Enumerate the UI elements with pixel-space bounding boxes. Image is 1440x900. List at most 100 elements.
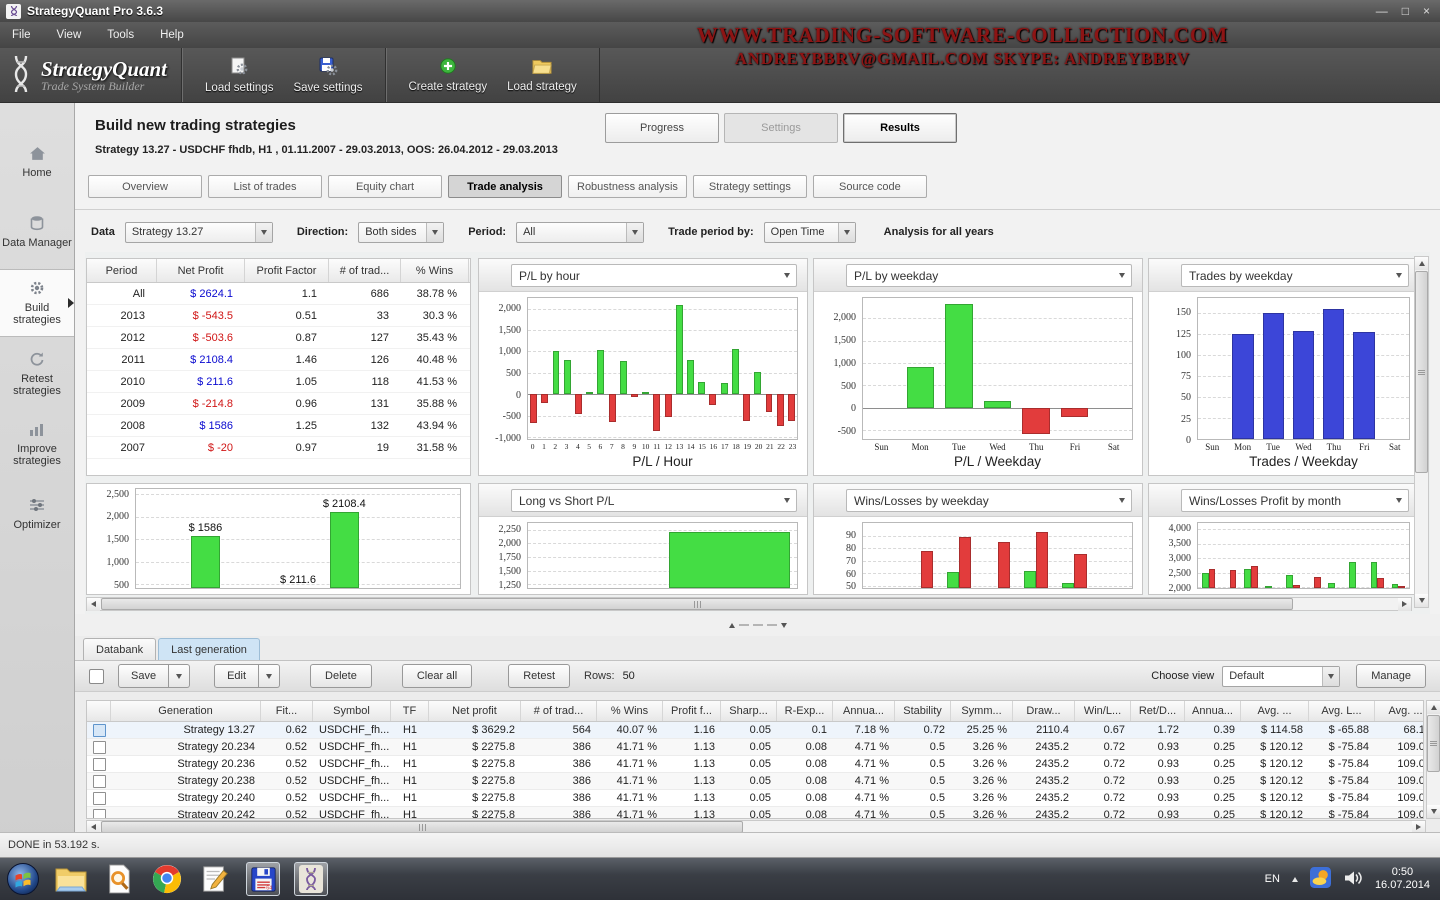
create-strategy-button[interactable]: Create strategy — [399, 48, 498, 102]
tab-equity-chart[interactable]: Equity chart — [328, 175, 442, 198]
clear-all-button[interactable]: Clear all — [402, 664, 472, 688]
chart-type-select[interactable]: Trades by weekday — [1181, 264, 1409, 287]
column-header[interactable]: Symbol — [313, 701, 391, 721]
chart-type-select[interactable]: P/L by weekday — [846, 264, 1132, 287]
column-header[interactable]: Profit Factor — [245, 259, 329, 282]
volume-icon[interactable] — [1343, 870, 1363, 889]
tab-strategy-settings[interactable]: Strategy settings — [693, 175, 807, 198]
tab-trade-analysis[interactable]: Trade analysis — [448, 175, 562, 198]
menu-tools[interactable]: Tools — [107, 29, 134, 41]
table-row[interactable]: 2012$ -503.60.8712735.43 % — [87, 327, 470, 349]
weather-icon[interactable] — [1310, 867, 1331, 891]
clock[interactable]: 0:50 16.07.2014 — [1375, 866, 1430, 892]
column-header[interactable]: Fit... — [261, 701, 313, 721]
column-header[interactable]: Sharp... — [721, 701, 777, 721]
chart-type-select[interactable]: Long vs Short P/L — [511, 489, 797, 512]
sidebar-item-home[interactable]: Home — [0, 129, 74, 195]
row-checkbox[interactable] — [93, 724, 106, 737]
column-header[interactable]: # of trad... — [329, 259, 401, 282]
menu-view[interactable]: View — [57, 29, 82, 41]
table-row[interactable]: 2009$ -214.80.9613135.88 % — [87, 393, 470, 415]
maximize-button[interactable]: □ — [1402, 5, 1409, 17]
scrollbar-thumb[interactable] — [101, 598, 1293, 610]
scroll-right-icon[interactable] — [1398, 598, 1411, 611]
scroll-up-icon[interactable] — [1427, 701, 1440, 714]
search-icon[interactable] — [102, 862, 136, 896]
column-header[interactable]: Ret/D... — [1131, 701, 1185, 721]
tab-source-code[interactable]: Source code — [813, 175, 927, 198]
table-row[interactable]: Strategy 20.2360.52USDCHF_fh...H1$ 2275.… — [87, 756, 1423, 773]
column-header[interactable]: Symm... — [951, 701, 1013, 721]
floppy-icon[interactable]: 64 — [246, 862, 280, 896]
scrollbar-thumb[interactable] — [1415, 271, 1428, 473]
column-header[interactable]: Annua... — [833, 701, 895, 721]
settings-button[interactable]: Settings — [724, 113, 838, 143]
column-header[interactable]: % Wins — [597, 701, 663, 721]
column-header[interactable]: TF — [391, 701, 429, 721]
chart-type-select[interactable]: Wins/Losses Profit by month — [1181, 489, 1409, 512]
delete-button[interactable]: Delete — [310, 664, 372, 688]
column-header[interactable]: Period — [87, 259, 157, 282]
chart-type-select[interactable]: Wins/Losses by weekday — [846, 489, 1132, 512]
tab-list-of-trades[interactable]: List of trades — [208, 175, 322, 198]
column-header[interactable]: Generation — [111, 701, 261, 721]
tab-robustness-analysis[interactable]: Robustness analysis — [568, 175, 687, 198]
row-checkbox[interactable] — [93, 775, 106, 788]
row-checkbox[interactable] — [93, 741, 106, 754]
column-header[interactable]: % Wins — [401, 259, 469, 282]
data-select[interactable]: Strategy 13.27 — [125, 222, 273, 243]
scrollbar-thumb[interactable] — [1427, 715, 1440, 772]
row-checkbox[interactable] — [93, 758, 106, 771]
progress-button[interactable]: Progress — [605, 113, 719, 143]
period-select[interactable]: All — [516, 222, 644, 243]
manage-button[interactable]: Manage — [1356, 664, 1426, 688]
table-row[interactable]: 2013$ -543.50.513330.3 % — [87, 305, 470, 327]
collapse-down-icon[interactable] — [781, 623, 787, 628]
notepad-icon[interactable] — [198, 862, 232, 896]
column-header[interactable]: Annua... — [1185, 701, 1241, 721]
sidebar-item-retest-strategies[interactable]: Retest strategies — [0, 341, 74, 407]
sidebar-item-data-manager[interactable]: Data Manager — [0, 199, 74, 265]
menu-help[interactable]: Help — [160, 29, 184, 41]
sidebar-item-improve-strategies[interactable]: Improve strategies — [0, 411, 74, 477]
start-button[interactable] — [6, 862, 40, 896]
table-row[interactable]: Strategy 20.2400.52USDCHF_fh...H1$ 2275.… — [87, 790, 1423, 807]
column-header[interactable]: Stability — [895, 701, 951, 721]
chart-type-select[interactable]: P/L by hour — [511, 264, 797, 287]
column-header[interactable]: Win/L... — [1075, 701, 1131, 721]
column-header[interactable]: Net Profit — [157, 259, 245, 282]
language-indicator[interactable]: EN — [1265, 873, 1280, 885]
table-row[interactable]: 2007$ -200.971931.58 % — [87, 437, 470, 459]
table-row[interactable]: Strategy 13.270.62USDCHF_fh...H1$ 3629.2… — [87, 722, 1423, 739]
table-row[interactable]: Strategy 20.2340.52USDCHF_fh...H1$ 2275.… — [87, 739, 1423, 756]
sidebar-item-build-strategies[interactable]: Build strategies — [0, 269, 74, 337]
close-button[interactable]: × — [1423, 5, 1430, 17]
column-header[interactable]: # of trad... — [521, 701, 597, 721]
collapse-up-icon[interactable] — [729, 623, 735, 628]
hidden-icons-icon[interactable] — [1292, 877, 1298, 882]
table-row[interactable]: Strategy 20.2420.52USDCHF_fh...H1$ 2275.… — [87, 807, 1423, 819]
save-settings-button[interactable]: Save settings — [283, 48, 372, 102]
table-vertical-scrollbar[interactable] — [1426, 700, 1440, 819]
column-header[interactable]: Net profit — [429, 701, 521, 721]
load-strategy-button[interactable]: Load strategy — [497, 48, 587, 102]
scroll-up-icon[interactable] — [1415, 257, 1428, 270]
scroll-down-icon[interactable] — [1415, 594, 1428, 607]
scroll-down-icon[interactable] — [1427, 805, 1440, 818]
column-header[interactable]: Draw... — [1013, 701, 1075, 721]
table-row[interactable]: 2010$ 211.61.0511841.53 % — [87, 371, 470, 393]
strategyquant-taskbar-icon[interactable] — [294, 862, 328, 896]
load-settings-button[interactable]: Load settings — [195, 48, 283, 102]
table-row[interactable]: 2011$ 2108.41.4612640.48 % — [87, 349, 470, 371]
charts-vertical-scrollbar[interactable] — [1414, 256, 1429, 608]
results-button[interactable]: Results — [843, 113, 957, 143]
column-header[interactable]: Avg. ... — [1375, 701, 1424, 721]
save-button[interactable]: Save — [118, 664, 169, 688]
table-row[interactable]: All$ 2624.11.168638.78 % — [87, 283, 470, 305]
chrome-icon[interactable] — [150, 862, 184, 896]
column-header[interactable]: R-Exp... — [777, 701, 833, 721]
trade-period-select[interactable]: Open Time — [764, 222, 856, 243]
save-dropdown-icon[interactable] — [169, 664, 190, 688]
tab-last-generation[interactable]: Last generation — [158, 638, 260, 660]
edit-button[interactable]: Edit — [214, 664, 259, 688]
